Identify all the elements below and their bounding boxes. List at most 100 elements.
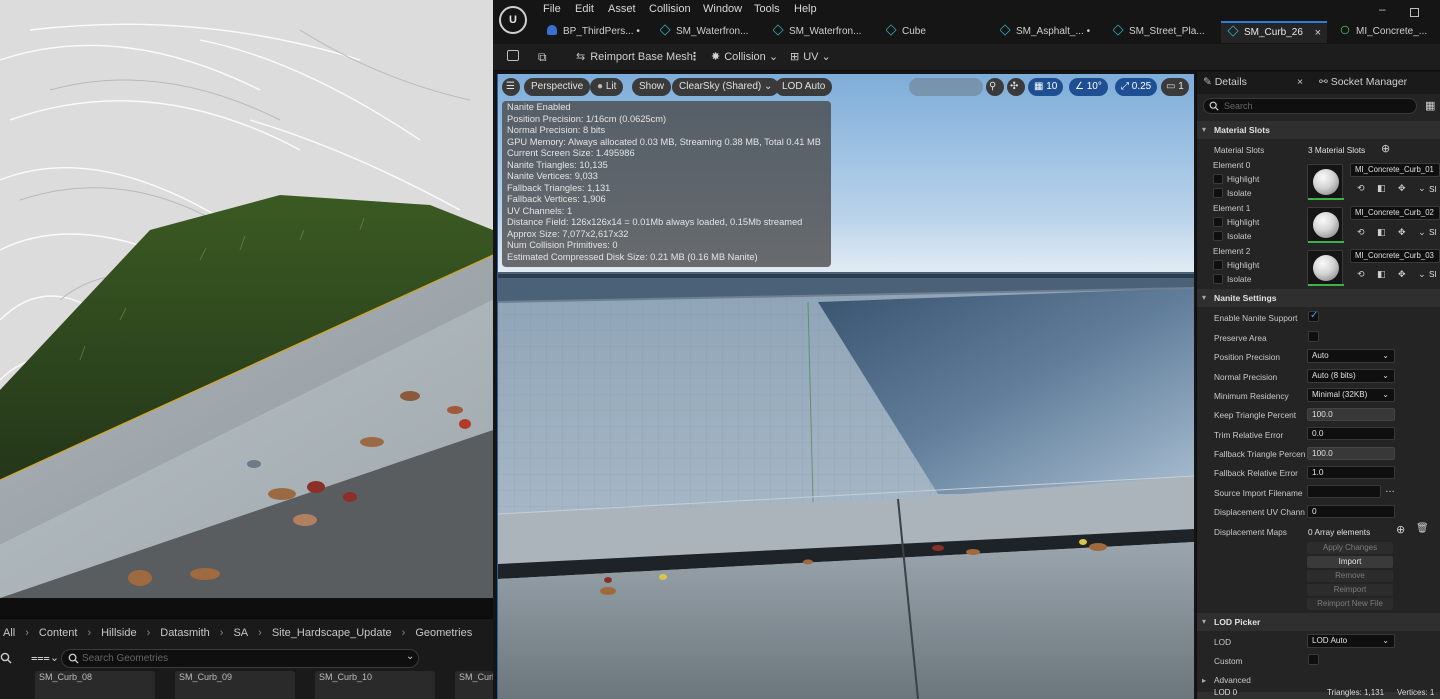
menu-help[interactable]: Help	[794, 3, 817, 15]
surface-snap-icon[interactable]: ✣	[1007, 78, 1025, 96]
menu-tools[interactable]: Tools	[754, 3, 780, 15]
advanced-toggle[interactable]: ▸ Advanced	[1202, 675, 1251, 685]
material-picker[interactable]: MI_Concrete_Curb_01	[1350, 163, 1440, 177]
tab-sm-street-plane[interactable]: SM_Street_Pla...	[1113, 21, 1213, 43]
material-picker[interactable]: MI_Concrete_Curb_03	[1350, 249, 1440, 263]
isolate-checkbox[interactable]	[1213, 231, 1223, 241]
breadcrumb-item-sa[interactable]: SA	[230, 627, 251, 639]
chevron-down-icon[interactable]: ⌄	[406, 651, 414, 662]
tab-sm-waterfront-1[interactable]: SM_Waterfron...	[660, 21, 760, 43]
highlight-checkbox[interactable]	[1213, 260, 1223, 270]
reimport-new-file-button[interactable]: Reimport New File	[1307, 598, 1393, 610]
search-geometries-input[interactable]: Search Geometries	[61, 649, 419, 668]
details-search-input[interactable]: Search	[1203, 98, 1417, 114]
tab-socket-manager[interactable]: ⚯ Socket Manager	[1319, 76, 1407, 88]
enable-nanite-checkbox[interactable]	[1308, 310, 1319, 322]
menu-file[interactable]: File	[543, 3, 561, 15]
material-thumbnail[interactable]	[1307, 207, 1344, 243]
show-button[interactable]: Show	[632, 78, 672, 96]
keep-triangle-input[interactable]: 100.0	[1307, 408, 1395, 421]
apply-changes-button[interactable]: Apply Changes	[1307, 542, 1393, 554]
tab-sm-waterfront-2[interactable]: SM_Waterfron...	[773, 21, 873, 43]
maximize-icon[interactable]	[1410, 8, 1419, 17]
material-actions[interactable]: ⟲ ◧ ✥ ⌄	[1357, 183, 1431, 194]
asset-tile[interactable]: SM_Curb_10	[315, 671, 435, 699]
add-slot-icon[interactable]: ⊕	[1381, 142, 1390, 155]
material-actions[interactable]: ⟲ ◧ ✥ ⌄	[1357, 269, 1431, 280]
more-options-icon[interactable]: …	[1385, 484, 1395, 495]
position-precision-dropdown[interactable]: Auto ⌄	[1307, 349, 1395, 363]
lod-button[interactable]: LOD Auto	[775, 78, 833, 96]
menu-edit[interactable]: Edit	[575, 3, 594, 15]
isolate-checkbox[interactable]	[1213, 188, 1223, 198]
level-viewport[interactable]	[0, 0, 493, 598]
normal-precision-dropdown[interactable]: Auto (8 bits) ⌄	[1307, 369, 1395, 383]
import-button[interactable]: Import	[1307, 556, 1393, 568]
lit-button[interactable]: ● Lit	[590, 78, 624, 96]
minimize-icon[interactable]: –	[1379, 2, 1386, 16]
menu-window[interactable]: Window	[703, 3, 742, 15]
menu-collision[interactable]: Collision	[649, 3, 691, 15]
reimport-button[interactable]: Reimport	[1307, 584, 1393, 596]
asset-tile[interactable]: SM_Curb_08	[35, 671, 155, 699]
table-view-icon[interactable]: ▦	[1425, 99, 1435, 112]
tab-sm-asphalt[interactable]: SM_Asphalt_... •	[1000, 21, 1095, 43]
collision-menu[interactable]: ✸ Collision ⌄	[711, 50, 778, 63]
tab-mi-concrete[interactable]: MI_Concrete_...	[1338, 21, 1440, 43]
section-nanite-settings[interactable]: ▾ Nanite Settings	[1197, 289, 1440, 307]
breadcrumb-item-all[interactable]: All	[0, 627, 18, 639]
search-icon[interactable]	[0, 652, 12, 664]
material-thumbnail[interactable]	[1307, 164, 1344, 200]
mesh-viewport[interactable]: ☰ Perspective ● Lit Show ClearSky (Share…	[497, 74, 1194, 699]
breadcrumb-item-hillside[interactable]: Hillside	[98, 627, 139, 639]
tab-sm-curb-26[interactable]: SM_Curb_26 ×	[1221, 21, 1327, 43]
browse-asset-icon[interactable]: ⧉	[538, 50, 547, 65]
rotation-snap-toggle[interactable]: ∠ 10°	[1069, 78, 1108, 96]
viewport-menu-button[interactable]: ☰	[502, 78, 520, 96]
uv-menu[interactable]: ⊞ UV ⌄	[790, 50, 831, 63]
tab-bp-thirdperson[interactable]: BP_ThirdPers... •	[547, 21, 647, 43]
breadcrumb-item-content[interactable]: Content	[36, 627, 81, 639]
highlight-checkbox[interactable]	[1213, 217, 1223, 227]
custom-checkbox[interactable]	[1308, 654, 1319, 665]
menu-asset[interactable]: Asset	[608, 3, 636, 15]
tab-details[interactable]: ✎ Details	[1203, 76, 1247, 88]
close-details-icon[interactable]: ×	[1297, 76, 1303, 88]
trim-error-input[interactable]: 0.0	[1307, 427, 1395, 440]
highlight-checkbox[interactable]	[1213, 174, 1223, 184]
perspective-button[interactable]: Perspective	[524, 78, 591, 96]
material-picker[interactable]: MI_Concrete_Curb_02	[1350, 206, 1440, 220]
breadcrumb-item-geometries[interactable]: Geometries	[412, 627, 475, 639]
breadcrumb-item-datasmith[interactable]: Datasmith	[157, 627, 213, 639]
camera-speed-button[interactable]: ▭ 1	[1161, 78, 1189, 96]
minimum-residency-dropdown[interactable]: Minimal (32KB) ⌄	[1307, 388, 1395, 402]
save-icon[interactable]	[507, 50, 519, 63]
asset-tile[interactable]: SM_Curb_09	[175, 671, 295, 699]
displacement-uv-input[interactable]: 0	[1307, 505, 1395, 518]
reimport-button[interactable]: ⇆ Reimport Base Mesh	[576, 50, 693, 63]
trash-icon[interactable]: 🗑	[1416, 523, 1429, 534]
section-lod-picker[interactable]: ▾ LOD Picker	[1197, 613, 1440, 631]
material-thumbnail[interactable]	[1307, 250, 1344, 286]
asset-tile[interactable]: SM_Curb	[455, 671, 493, 699]
isolate-checkbox[interactable]	[1213, 274, 1223, 284]
remove-button[interactable]: Remove	[1307, 570, 1393, 582]
fallback-triangle-input[interactable]: 100.0	[1307, 447, 1395, 460]
material-actions[interactable]: ⟲ ◧ ✥ ⌄	[1357, 227, 1431, 238]
grid-snap-toggle[interactable]: ▦ 10	[1028, 78, 1064, 96]
lod-dropdown[interactable]: LOD Auto ⌄	[1307, 634, 1395, 648]
fallback-error-input[interactable]: 1.0	[1307, 466, 1395, 479]
more-options-icon[interactable]: ⋮	[689, 50, 700, 63]
scale-snap-toggle[interactable]: ⤢ 0.25	[1115, 78, 1158, 96]
sky-preset-button[interactable]: ClearSky (Shared) ⌄	[672, 78, 780, 96]
tab-cube[interactable]: Cube	[886, 21, 966, 43]
coordinate-space-icon[interactable]: ⚲	[986, 78, 1004, 96]
source-import-input[interactable]	[1307, 485, 1381, 498]
filter-icon[interactable]: ⩶⌄	[31, 651, 59, 665]
add-element-icon[interactable]: ⊕	[1396, 523, 1405, 536]
section-material-slots[interactable]: ▾ Material Slots	[1197, 121, 1440, 139]
preserve-area-checkbox[interactable]	[1308, 331, 1319, 342]
transform-tools[interactable]	[909, 78, 983, 96]
breadcrumb-item-site-hardscape[interactable]: Site_Hardscape_Update	[269, 627, 395, 639]
close-tab-icon[interactable]: ×	[1315, 23, 1321, 43]
